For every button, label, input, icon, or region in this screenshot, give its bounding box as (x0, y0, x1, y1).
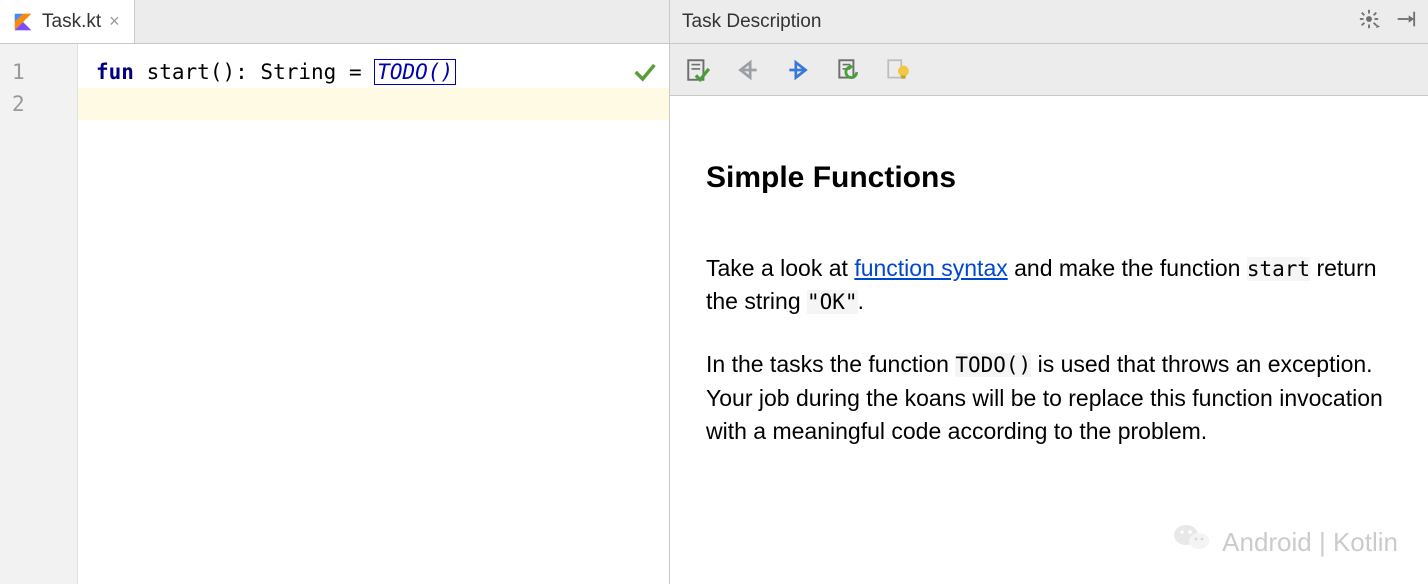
tab-filename: Task.kt (42, 11, 101, 33)
code-inline: "OK" (807, 290, 858, 314)
watermark-text: Android | Kotlin (1222, 524, 1398, 562)
code-line-current[interactable] (78, 88, 669, 120)
reset-icon[interactable] (832, 54, 864, 86)
gear-icon[interactable] (1358, 8, 1380, 35)
task-paragraph: In the tasks the function TODO() is used… (706, 348, 1392, 448)
close-tab-icon[interactable]: × (109, 11, 120, 32)
editor-gutter: 1 2 (0, 44, 78, 584)
editor-tab-bar: Task.kt × (0, 0, 669, 44)
task-title: Simple Functions (706, 156, 1392, 200)
panel-title: Task Description (682, 11, 821, 33)
check-task-icon[interactable] (682, 54, 714, 86)
function-syntax-link[interactable]: function syntax (854, 255, 1007, 281)
task-paragraph: Take a look at function syntax and make … (706, 252, 1392, 319)
parentheses: () (210, 60, 235, 84)
line-number: 2 (0, 88, 77, 120)
todo-placeholder[interactable]: TODO() (374, 59, 456, 85)
task-description-content: Simple Functions Take a look at function… (670, 96, 1428, 584)
back-icon[interactable] (732, 54, 764, 86)
forward-icon[interactable] (782, 54, 814, 86)
hide-panel-icon[interactable] (1394, 8, 1416, 35)
code-inline: TODO() (955, 353, 1031, 377)
function-name: start (147, 60, 210, 84)
line-number: 1 (0, 56, 77, 88)
wechat-icon (1172, 521, 1212, 564)
return-type: String (260, 60, 336, 84)
editor-pane: Task.kt × 1 2 fun start(): String = TODO… (0, 0, 670, 584)
code-inline: start (1247, 257, 1310, 281)
code-body[interactable]: fun start(): String = TODO() (78, 44, 669, 584)
code-line[interactable]: fun start(): String = TODO() (78, 56, 669, 88)
status-check-icon[interactable] (631, 58, 659, 86)
hint-bulb-icon[interactable] (882, 54, 914, 86)
watermark: Android | Kotlin (1172, 521, 1398, 564)
panel-header-actions (1358, 8, 1416, 35)
code-editor[interactable]: 1 2 fun start(): String = TODO() (0, 44, 669, 584)
task-description-pane: Task Description (670, 0, 1428, 584)
task-toolbar (670, 44, 1428, 96)
editor-tab[interactable]: Task.kt × (0, 0, 135, 43)
kotlin-file-icon (12, 11, 34, 33)
task-panel-header: Task Description (670, 0, 1428, 44)
keyword: fun (96, 60, 134, 84)
